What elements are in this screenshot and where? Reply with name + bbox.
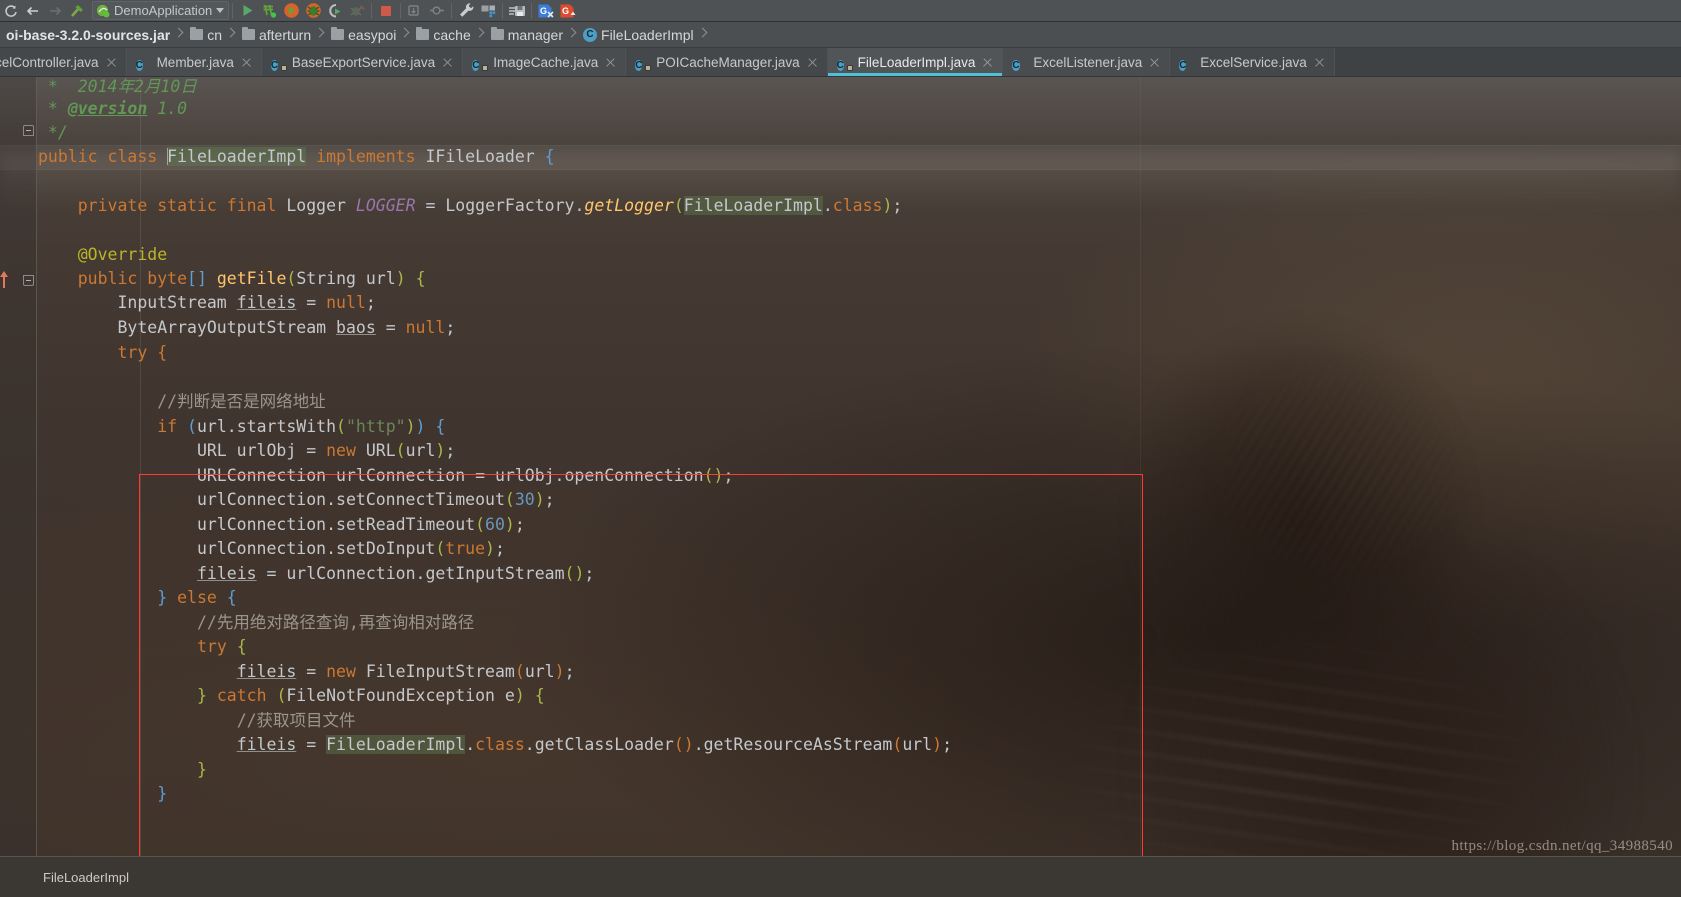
run-configuration-selector[interactable]: DemoApplication bbox=[92, 1, 230, 20]
run-configuration-label: DemoApplication bbox=[114, 3, 213, 18]
close-icon[interactable] bbox=[1149, 57, 1160, 68]
tab-label: celController.java bbox=[0, 54, 99, 70]
attach-debugger-icon bbox=[346, 1, 368, 21]
tab-excellistener[interactable]: C ExcelListener.java bbox=[1003, 48, 1171, 76]
save-all-icon[interactable] bbox=[506, 1, 528, 21]
folder-icon bbox=[241, 27, 255, 40]
chevron-right-icon bbox=[174, 22, 184, 47]
build-project-icon[interactable] bbox=[258, 1, 280, 21]
close-icon[interactable] bbox=[807, 57, 818, 68]
breadcrumb-label: cache bbox=[433, 26, 471, 43]
breadcrumb-item-cn[interactable]: cn bbox=[184, 22, 224, 47]
class-icon: C bbox=[1012, 59, 1020, 71]
code-editor[interactable]: * 2014年2月10日 * @version 1.0 */ public cl… bbox=[0, 77, 1681, 856]
tab-member[interactable]: C Member.java bbox=[126, 48, 262, 76]
tab-label: ExcelService.java bbox=[1200, 54, 1307, 70]
settings-wrench-icon[interactable] bbox=[455, 1, 477, 21]
tab-excelcontroller[interactable]: celController.java bbox=[0, 48, 127, 76]
tab-label: ExcelListener.java bbox=[1033, 54, 1143, 70]
toolbar-divider bbox=[232, 2, 234, 19]
breadcrumb-item-jar[interactable]: oi-base-3.2.0-sources.jar bbox=[0, 22, 172, 47]
class-icon: C bbox=[583, 27, 598, 42]
toolbar-divider bbox=[371, 2, 373, 19]
close-icon[interactable] bbox=[982, 57, 993, 68]
stop-icon[interactable] bbox=[375, 1, 397, 21]
debug-icon[interactable] bbox=[302, 1, 324, 21]
build-hammer-icon[interactable] bbox=[66, 1, 88, 21]
svg-text:G: G bbox=[540, 6, 547, 16]
breadcrumb-label: oi-base-3.2.0-sources.jar bbox=[6, 26, 171, 43]
editor-tab-bar: celController.java C Member.java C BaseE… bbox=[0, 48, 1681, 77]
close-icon[interactable] bbox=[1314, 57, 1325, 68]
git-push-icon[interactable]: G bbox=[557, 1, 579, 21]
tab-label: FileLoaderImpl.java bbox=[857, 54, 976, 70]
commit-icon bbox=[426, 1, 448, 21]
class-readonly-icon: C bbox=[472, 55, 489, 71]
chevron-right-icon bbox=[567, 22, 577, 47]
tab-label: POICacheManager.java bbox=[656, 54, 800, 70]
run-with-coverage-icon[interactable] bbox=[280, 1, 302, 21]
class-icon: C bbox=[135, 59, 143, 71]
close-icon[interactable] bbox=[241, 57, 252, 68]
close-icon[interactable] bbox=[605, 57, 616, 68]
tab-label: ImageCache.java bbox=[493, 54, 599, 70]
breadcrumb-item-afterturn[interactable]: afterturn bbox=[236, 22, 313, 47]
status-bar-label: FileLoaderImpl bbox=[43, 869, 129, 885]
project-structure-icon[interactable] bbox=[477, 1, 499, 21]
tab-excelservice[interactable]: C ExcelService.java bbox=[1170, 48, 1335, 76]
chevron-down-icon[interactable] bbox=[216, 8, 225, 13]
breadcrumb-item-easypoi[interactable]: easypoi bbox=[325, 22, 398, 47]
folder-icon bbox=[190, 27, 204, 40]
toolbar-divider bbox=[502, 2, 504, 19]
breadcrumb-item-cache[interactable]: cache bbox=[410, 22, 472, 47]
main-toolbar: DemoApplication G G bbox=[0, 0, 1681, 22]
breadcrumb-label: FileLoaderImpl bbox=[601, 26, 694, 43]
folder-icon bbox=[331, 27, 345, 40]
editor-scrollbar[interactable] bbox=[1669, 154, 1681, 856]
code-content[interactable]: * 2014年2月10日 * @version 1.0 */ public cl… bbox=[0, 77, 1681, 856]
chevron-right-icon bbox=[475, 22, 485, 47]
run-icon[interactable] bbox=[236, 1, 258, 21]
toolbar-divider bbox=[531, 2, 533, 19]
tab-label: BaseExportService.java bbox=[291, 54, 436, 70]
breadcrumb: oi-base-3.2.0-sources.jar cn afterturn e… bbox=[0, 22, 1681, 48]
toolbar-divider bbox=[451, 2, 453, 19]
tab-fileloaderimpl[interactable]: C FileLoaderImpl.java bbox=[827, 48, 1004, 76]
breadcrumb-item-class[interactable]: C FileLoaderImpl bbox=[577, 22, 696, 47]
breadcrumb-label: afterturn bbox=[258, 26, 312, 43]
git-pull-icon[interactable]: G bbox=[535, 1, 557, 21]
tab-imagecache[interactable]: C ImageCache.java bbox=[463, 48, 627, 76]
close-icon[interactable] bbox=[106, 57, 117, 68]
class-readonly-icon: C bbox=[836, 55, 853, 71]
close-icon[interactable] bbox=[442, 57, 453, 68]
sync-icon[interactable] bbox=[0, 1, 22, 21]
back-arrow-icon[interactable] bbox=[22, 1, 44, 21]
tab-baseexportservice[interactable]: C BaseExportService.java bbox=[261, 48, 464, 76]
breadcrumb-label: easypoi bbox=[348, 26, 397, 43]
breadcrumb-item-manager[interactable]: manager bbox=[485, 22, 565, 47]
tab-poicachemanager[interactable]: C POICacheManager.java bbox=[626, 48, 828, 76]
profiler-icon[interactable] bbox=[324, 1, 346, 21]
breadcrumb-label: cn bbox=[207, 26, 222, 43]
class-readonly-icon: C bbox=[270, 55, 287, 71]
toolbar-divider bbox=[400, 2, 402, 19]
chevron-right-icon bbox=[226, 22, 236, 47]
status-bar: FileLoaderImpl bbox=[0, 856, 1681, 897]
svg-text:G: G bbox=[562, 6, 569, 16]
class-readonly-icon: C bbox=[635, 55, 652, 71]
idea-window: DemoApplication G G oi-base-3.2.0-source… bbox=[0, 0, 1681, 897]
class-icon: C bbox=[1179, 59, 1187, 71]
forward-arrow-icon bbox=[44, 1, 66, 21]
update-project-icon bbox=[404, 1, 426, 21]
chevron-right-icon bbox=[315, 22, 325, 47]
folder-icon bbox=[490, 27, 504, 40]
watermark: https://blog.csdn.net/qq_34988540 bbox=[1451, 838, 1673, 854]
folder-icon bbox=[416, 27, 430, 40]
tab-label: Member.java bbox=[156, 54, 234, 70]
chevron-right-icon bbox=[400, 22, 410, 47]
breadcrumb-label: manager bbox=[507, 26, 564, 43]
chevron-right-icon bbox=[698, 22, 708, 47]
spring-boot-run-config-icon bbox=[96, 4, 110, 17]
